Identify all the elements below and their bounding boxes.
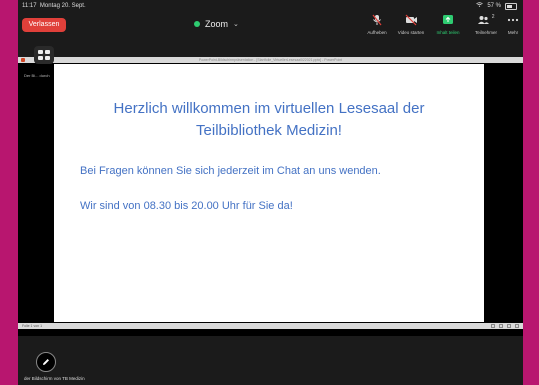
more-label: Mehr [507,30,519,35]
gallery-view-button[interactable] [34,46,54,64]
status-time: 11:17 [22,3,37,9]
normal-view-icon [491,324,495,328]
status-date: Montag 20. Sept. [39,3,86,9]
participants-button[interactable]: 2 Teilnehmer [468,14,504,35]
microphone-muted-icon [362,14,392,26]
shield-icon [194,21,200,27]
battery-level: 57 % [487,3,501,9]
annotate-button[interactable] [36,352,56,372]
participants-icon [477,16,491,27]
slide-text-hours: Wir sind von 08.30 bis 20.00 Uhr für Sie… [80,200,293,212]
slide-counter: Folie 1 von 1 [22,324,43,328]
sharer-name-label: Der Bi... durch [24,73,50,78]
grid-view-icon [38,50,43,54]
slide-text-questions: Bei Fragen können Sie sich jederzeit im … [80,165,381,177]
slideshow-icon [515,324,519,328]
wifi-icon [476,0,484,12]
pencil-icon [43,359,49,365]
battery-icon [505,2,517,10]
zoom-window: 11:17 Montag 20. Sept. 57 % Verlassen Zo… [18,0,523,385]
shared-screen-owner-label: der Bildschirm von TB Medizin [24,376,85,381]
video-camera-off-icon [394,14,428,26]
powerpoint-icon [21,58,25,62]
start-video-button[interactable]: Video starten [394,14,428,35]
participants-count: 2 [491,14,495,20]
more-dots-icon [506,14,520,26]
slide-title-line-2: Teilbibliothek Medizin! [196,122,342,139]
share-screen-icon [432,14,464,26]
unmute-label: Aufheben [367,30,387,35]
powerpoint-titlebar: PowerPoint-Bildschirmpräsentation - [Sta… [18,57,523,63]
unmute-button[interactable]: Aufheben [362,14,392,35]
start-video-label: Video starten [397,30,425,35]
chevron-down-icon: ⌄ [233,21,239,28]
powerpoint-statusbar: Folie 1 von 1 [18,323,523,329]
reading-view-icon [507,324,511,328]
share-content-button[interactable]: Inhalt teilen [432,14,464,35]
presentation-slide: Herzlich willkommen im virtuellen Lesesa… [54,64,484,322]
slide-title-line-1: Herzlich willkommen im virtuellen Lesesa… [113,100,425,117]
meeting-toolbar: Verlassen Zoom ⌄ Aufheben Video starten … [18,12,523,40]
powerpoint-window-title: PowerPoint-Bildschirmpräsentation - [Sta… [198,58,343,62]
participants-label: Teilnehmer [474,30,497,35]
share-content-label: Inhalt teilen [436,30,460,35]
meeting-info-dropdown[interactable]: Zoom ⌄ [194,19,239,29]
shared-screen: PowerPoint-Bildschirmpräsentation - [Sta… [18,57,523,336]
slide-sorter-icon [499,324,503,328]
ios-status-bar: 11:17 Montag 20. Sept. 57 % [18,0,523,12]
slide-title: Herzlich willkommen im virtuellen Lesesa… [74,98,464,142]
meeting-title: Zoom [205,19,229,29]
more-button[interactable]: Mehr [506,14,520,35]
leave-button[interactable]: Verlassen [22,18,66,32]
